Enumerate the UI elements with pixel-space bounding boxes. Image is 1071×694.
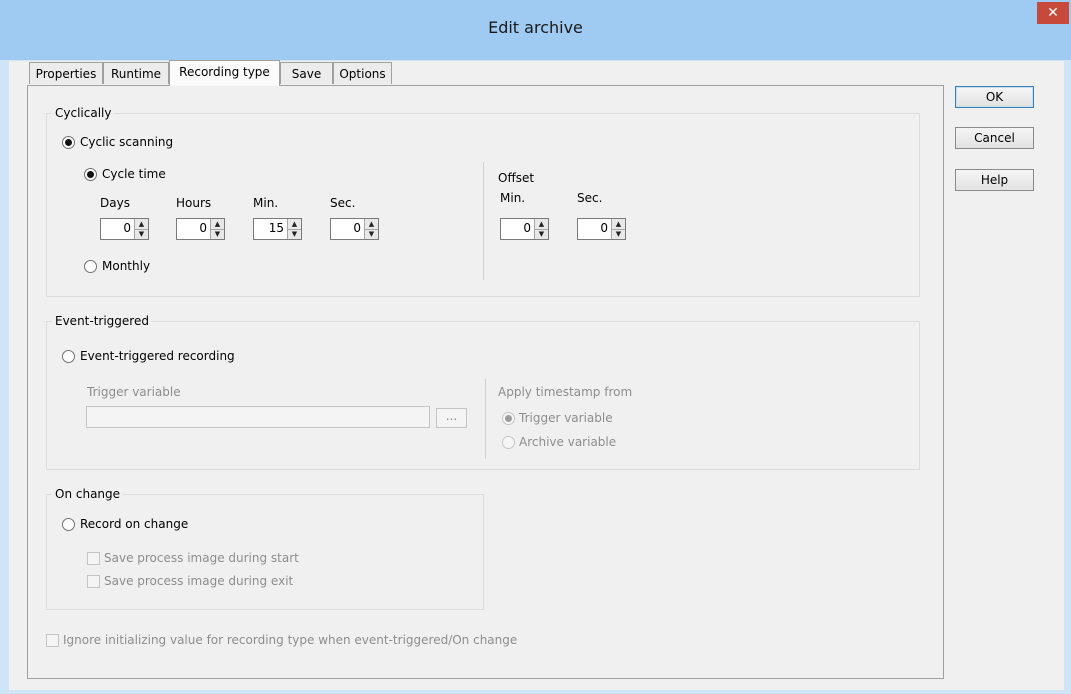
event-recording-radio[interactable] — [62, 350, 75, 363]
offset-sec-value: 0 — [600, 221, 608, 235]
spin-down-icon[interactable]: ▼ — [211, 229, 224, 239]
min-label: Min. — [253, 196, 279, 210]
ok-button[interactable]: OK — [955, 86, 1034, 108]
event-triggered-group-title: Event-triggered — [52, 314, 152, 328]
tab-runtime[interactable]: Runtime — [103, 62, 169, 84]
days-label: Days — [100, 196, 130, 210]
save-exit-label: Save process image during exit — [104, 574, 294, 588]
spin-down-icon[interactable]: ▼ — [288, 229, 301, 239]
hours-value: 0 — [199, 221, 207, 235]
sec-spinner[interactable]: 0 ▲ ▼ — [330, 218, 379, 240]
browse-button[interactable]: ... — [436, 408, 467, 428]
sec-value: 0 — [353, 221, 361, 235]
event-separator — [485, 379, 486, 459]
tab-save[interactable]: Save — [280, 62, 333, 84]
hours-label: Hours — [176, 196, 212, 210]
record-on-change-radio[interactable] — [62, 518, 75, 531]
offset-separator — [483, 162, 484, 280]
cycle-time-radio[interactable] — [84, 168, 97, 181]
offset-title: Offset — [498, 171, 535, 185]
hours-spinner[interactable]: 0 ▲ ▼ — [176, 218, 225, 240]
trigger-variable-option-label: Trigger variable — [519, 411, 613, 425]
spin-down-icon[interactable]: ▼ — [612, 229, 625, 239]
tab-recording-type[interactable]: Recording type — [169, 60, 280, 86]
trigger-variable-label: Trigger variable — [87, 385, 181, 399]
trigger-variable-input[interactable] — [86, 406, 430, 428]
archive-variable-option-label: Archive variable — [519, 435, 617, 449]
min-value: 15 — [268, 221, 284, 235]
save-start-checkbox[interactable] — [87, 552, 100, 565]
ignore-init-checkbox[interactable] — [46, 634, 59, 647]
cyclic-scanning-radio[interactable] — [62, 136, 75, 149]
days-spinner[interactable]: 0 ▲ ▼ — [100, 218, 149, 240]
spin-down-icon[interactable]: ▼ — [365, 229, 378, 239]
trigger-variable-radio[interactable] — [502, 412, 515, 425]
days-value: 0 — [123, 221, 131, 235]
cancel-button[interactable]: Cancel — [955, 127, 1034, 149]
offset-sec-spinner[interactable]: 0 ▲ ▼ — [577, 218, 626, 240]
ignore-init-label: Ignore initializing value for recording … — [63, 633, 518, 647]
sec-label: Sec. — [330, 196, 356, 210]
spin-down-icon[interactable]: ▼ — [535, 229, 548, 239]
spin-down-icon[interactable]: ▼ — [135, 229, 148, 239]
save-exit-checkbox[interactable] — [87, 575, 100, 588]
min-spinner[interactable]: 15 ▲ ▼ — [253, 218, 302, 240]
offset-min-spinner[interactable]: 0 ▲ ▼ — [500, 218, 549, 240]
close-icon[interactable]: ✕ — [1037, 2, 1069, 24]
tab-options[interactable]: Options — [333, 62, 392, 84]
cyclically-group-title: Cyclically — [52, 106, 115, 120]
event-recording-label: Event-triggered recording — [80, 349, 235, 363]
on-change-group-title: On change — [52, 487, 124, 501]
window-title: Edit archive — [488, 18, 583, 37]
offset-min-value: 0 — [523, 221, 531, 235]
offset-sec-label: Sec. — [577, 191, 603, 205]
save-start-label: Save process image during start — [104, 551, 299, 565]
monthly-label: Monthly — [102, 259, 151, 273]
offset-min-label: Min. — [500, 191, 526, 205]
cyclic-scanning-label: Cyclic scanning — [80, 135, 174, 149]
archive-variable-radio[interactable] — [502, 436, 515, 449]
help-button[interactable]: Help — [955, 169, 1034, 191]
monthly-radio[interactable] — [84, 260, 97, 273]
cycle-time-label: Cycle time — [102, 167, 166, 181]
tab-properties[interactable]: Properties — [29, 62, 103, 84]
apply-timestamp-label: Apply timestamp from — [498, 385, 633, 399]
record-on-change-label: Record on change — [80, 517, 189, 531]
